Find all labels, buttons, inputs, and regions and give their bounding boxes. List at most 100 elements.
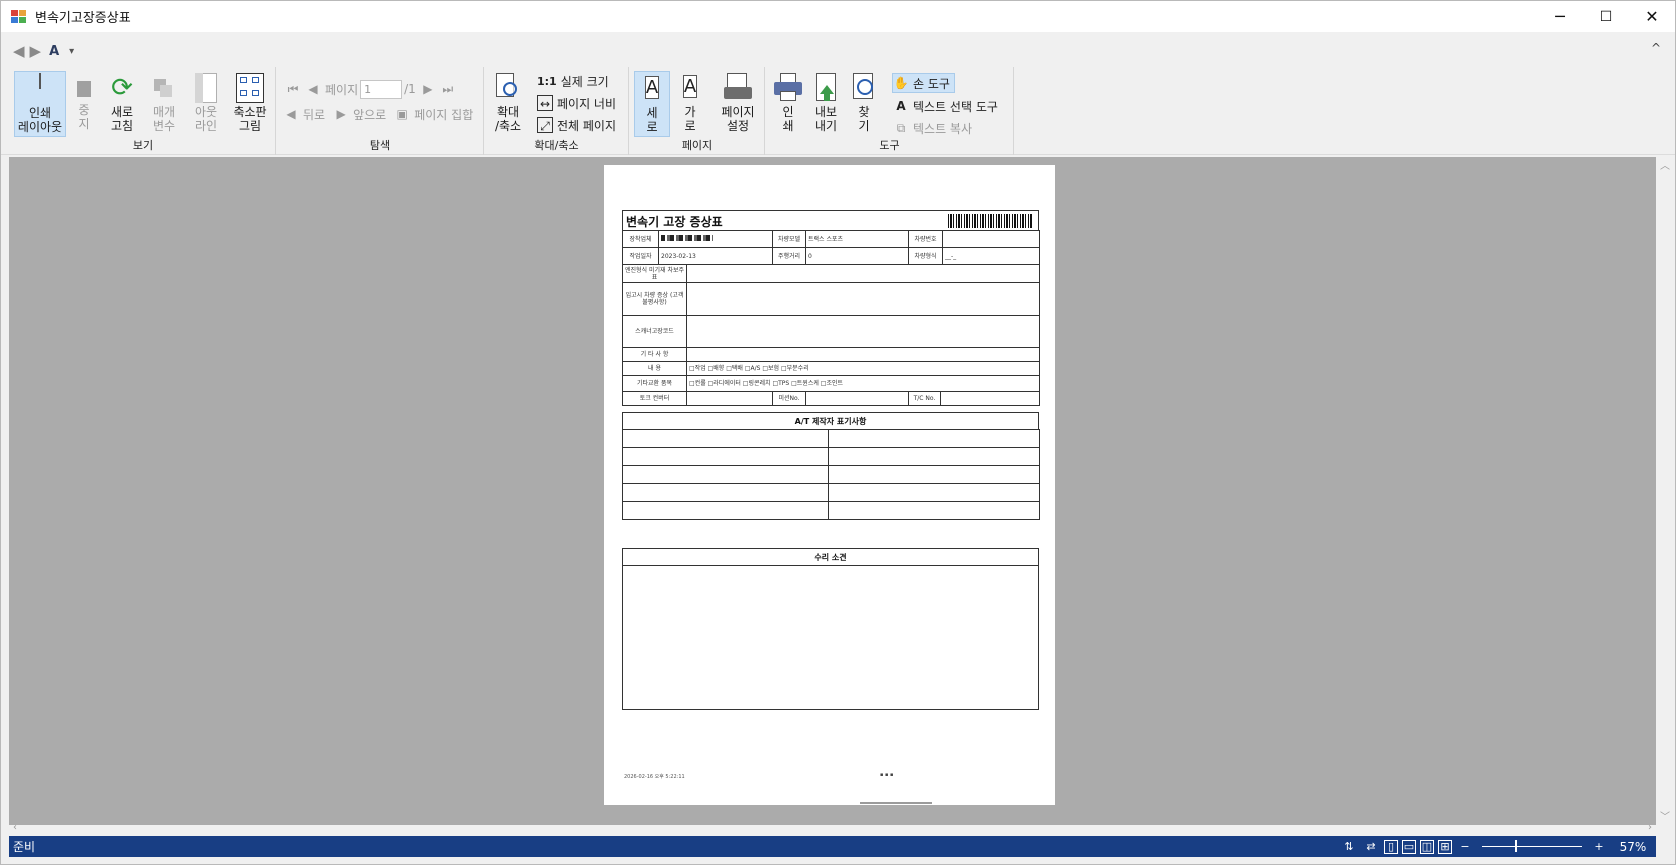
app-icon [11,9,27,24]
landscape-button[interactable]: A 가로 [672,71,708,137]
scroll-left-icon[interactable]: ‹ [13,822,17,833]
page-number-input[interactable]: 1 [360,79,403,99]
back-icon[interactable]: ◀ [13,42,25,60]
report-page: 변속기 고장 증상표 장착업체 차량모델 트랙스 스포츠 차량번호 작업일자 2… [604,165,1055,805]
scroll-up-icon[interactable]: ︿ [1660,157,1670,172]
minimize-button[interactable]: ─ [1537,1,1583,32]
tools-group-label: 도구 [879,139,900,152]
export-button[interactable]: 내보 내기 [808,71,844,137]
parameters-button[interactable]: 매개 변수 [147,71,181,137]
close-button[interactable]: ✕ [1629,1,1675,32]
at-section-title: A/T 제작자 표기사항 [794,417,867,426]
print-date: 2026-02-16 오후 5:22:11 [624,774,685,780]
at-row [622,429,1040,448]
next-page-icon[interactable]: ▶ [420,81,436,97]
navigate-group-label: 탐색 [369,139,391,152]
export-icon [812,73,840,103]
vehicle-info-table: 장착업체 차량모델 트랙스 스포츠 차량번호 작업일자 2023-02-13 주… [622,230,1040,265]
symptom-row: 입고시 차량 증상 (고객불평사항) [622,282,1040,316]
view-group-label: 보기 [132,139,154,152]
symptom-table: 엔진형식 미기재 차보주표 입고시 차량 증상 (고객불평사항) 스캐너고장코드… [622,264,1040,392]
find-icon [850,73,878,103]
hand-tool-button[interactable]: ✋ 손 도구 [892,73,955,93]
company-cell [658,230,773,248]
page-width-button[interactable]: ↔ 페이지 너비 [537,93,616,113]
zoom-out-icon[interactable]: − [1456,839,1474,855]
document-icon [39,73,41,89]
converter-table: 토크 컨버터 미션No. T/C No. [622,391,1040,406]
zoom-group-label: 확대/축소 [534,139,579,152]
forward-icon[interactable]: ▶ [30,42,42,60]
thumbnails-icon [236,73,264,103]
continuous-view-icon[interactable]: ▭ [1402,839,1416,854]
text-copy-button[interactable]: ⧉ 텍스트 복사 [893,118,972,138]
print-button[interactable]: 인쇄 [770,71,806,137]
hand-icon: ✋ [893,76,909,90]
text-select-icon[interactable]: A [49,44,59,59]
stop-icon [77,81,91,97]
customize-dropdown-icon[interactable]: ▾ [69,46,74,57]
symptom-row: 기타교환 품목 □컨롤 □라디에이터 □링콘레치 □TPS □트윈스케 □조인트 [622,375,1040,392]
thumbnails-button[interactable]: 축소판 그림 [229,71,271,137]
report-title: 변속기 고장 증상표 [626,215,723,229]
last-page-icon[interactable]: ⏭ [440,81,456,97]
magnifier-icon [494,73,522,103]
report-viewer-window: 변속기고장증상표 ─ ☐ ✕ ◀ ▶ A ▾ ^ 인쇄 레이아웃 중지 ⟳ 새로… [0,0,1676,865]
whole-page-button[interactable]: ⤢ 전체 페이지 [537,115,616,135]
portrait-button[interactable]: A 세로 [634,71,670,137]
refresh-button[interactable]: ⟳ 새로 고침 [102,71,142,137]
back-circle-icon: ◀ [286,107,296,121]
repair-section: 수리 소견 [622,548,1039,710]
zoom-level: 57% [1619,839,1647,854]
landscape-icon: A [682,75,698,98]
back-button[interactable]: 뒤로 [303,106,325,123]
title-bar: 변속기고장증상표 ─ ☐ ✕ [1,1,1675,32]
page-set-button[interactable]: 페이지 집합 [414,106,473,123]
page-setup-button[interactable]: 페이지 설정 [716,71,760,137]
multi-page-view-icon[interactable]: ⊞ [1438,839,1452,854]
symptom-row: 엔진형식 미기재 차보주표 [622,264,1040,283]
symptom-row: 스캐너고장코드 [622,315,1040,348]
first-page-icon[interactable]: ⏮ [285,81,301,97]
previous-page-icon[interactable]: ◀ [305,81,321,97]
text-cursor-icon: A [896,99,906,113]
zoom-slider[interactable] [1482,840,1582,852]
scroll-down-icon[interactable]: ﹀ [1660,808,1670,823]
scroll-right-icon[interactable]: › [1648,822,1652,833]
outline-button[interactable]: 아웃 라인 [189,71,223,137]
zoom-slider-thumb[interactable] [1515,840,1517,852]
hand-tool-status-icon[interactable]: ⇅ [1340,839,1358,855]
barcode [948,214,1032,228]
two-page-view-icon[interactable]: ◫ [1420,839,1434,854]
refresh-icon: ⟳ [111,73,133,103]
zoom-in-icon[interactable]: + [1590,839,1608,855]
at-row [622,447,1040,466]
page-total: /1 [404,82,416,96]
horizontal-scrollbar[interactable]: ‹ › [9,822,1656,836]
actual-size-button[interactable]: 1:1 실제 크기 [537,71,609,91]
portrait-icon: A [644,76,660,99]
vehicle-info-row-2: 작업일자 2023-02-13 주행거리 0 차량형식 __-_ [622,247,1040,265]
forward-circle-icon: ▶ [336,107,346,121]
vertical-scrollbar[interactable]: ︿ ﹀ [1656,157,1675,825]
tools-group: 인쇄 내보 내기 찾기 ✋ 손 도구 A 텍스트 선택 도구 ⧉ 텍스트 복사 … [766,67,1014,155]
symptom-row: 내 용 □작업 □배향 □택배 □A/S □보험 □부분수리 [622,361,1040,376]
forward-button[interactable]: 앞으로 [353,106,386,123]
print-layout-button[interactable]: 인쇄 레이아웃 [14,71,66,137]
ribbon: 인쇄 레이아웃 중지 ⟳ 새로 고침 매개 변수 아웃 라인 축소판 그림 보기… [1,63,1675,155]
zoom-inout-button[interactable]: 확대/축소 [489,71,527,137]
page-group: A 세로 A 가로 페이지 설정 페이지 [630,67,765,155]
pan-status-icon[interactable]: ⇄ [1362,839,1380,855]
stop-button[interactable]: 중지 [71,71,97,137]
whole-page-icon: ⤢ [537,117,553,133]
maximize-button[interactable]: ☐ [1583,1,1629,32]
at-table [622,429,1040,520]
page-shadow [860,802,932,804]
copy-icon: ⧉ [896,121,906,135]
document-viewer[interactable]: 변속기 고장 증상표 장착업체 차량모델 트랙스 스포츠 차량번호 작업일자 2… [9,157,1656,825]
outline-icon [192,73,220,103]
single-page-view-icon[interactable]: ▯ [1384,839,1398,854]
collapse-ribbon-icon[interactable]: ^ [1651,41,1661,55]
find-button[interactable]: 찾기 [846,71,882,137]
text-select-tool-button[interactable]: A 텍스트 선택 도구 [893,96,998,116]
